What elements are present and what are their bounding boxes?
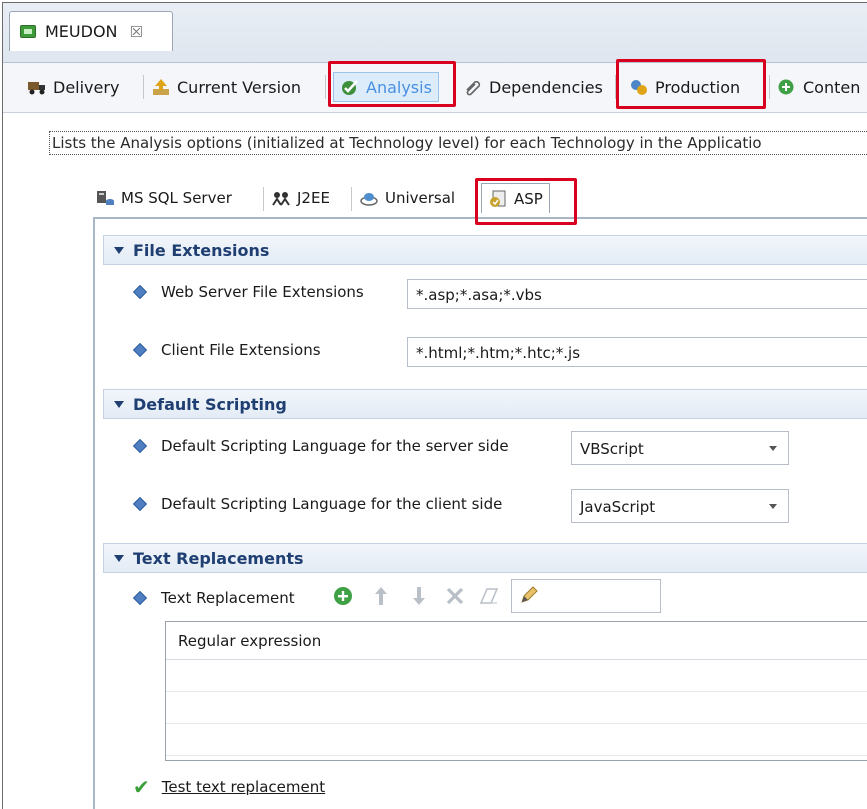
editor-tab-meudon[interactable]: MEUDON ☒ [9,11,173,51]
separator [769,75,770,99]
highlight-asp [475,178,577,225]
tab-label: Conten [803,77,861,97]
section-file-extensions[interactable]: File Extensions [103,235,867,265]
selected-value: JavaScript [580,498,656,516]
section-title: File Extensions [133,240,270,260]
diamond-bullet-icon [132,438,148,454]
collapse-arrow-icon[interactable] [114,246,124,254]
replacement-search-input[interactable] [511,579,661,613]
server-scripting-row: Default Scripting Language for the serve… [132,437,509,455]
diamond-bullet-icon [132,590,148,606]
collapse-arrow-icon[interactable] [114,400,124,408]
column-header-regular-expression[interactable]: Regular expression [166,622,867,660]
text-replacement-label: Text Replacement [161,589,295,607]
universal-icon [359,189,379,207]
editor-tab-strip: MEUDON ☒ [3,3,867,63]
section-text-replacements[interactable]: Text Replacements [103,543,867,573]
tab-ms-sql-server[interactable]: MS SQL Server [95,185,232,211]
tab-current-version[interactable]: Current Version [151,72,301,102]
selected-value: VBScript [580,440,644,458]
table-row[interactable] [166,692,867,724]
server-scripting-label: Default Scripting Language for the serve… [161,437,509,455]
collapse-arrow-icon[interactable] [114,554,124,562]
client-extensions-input[interactable]: *.html;*.htm;*.htc;*.js [407,337,867,367]
clear-eraser-icon[interactable] [478,585,500,607]
move-down-icon[interactable] [408,585,430,607]
paperclip-icon [463,78,483,96]
server-scripting-select[interactable]: VBScript [571,431,789,465]
close-icon[interactable]: ☒ [130,23,143,41]
dropdown-arrow-icon[interactable] [758,490,788,522]
tab-label: Dependencies [489,77,603,97]
diamond-bullet-icon [132,342,148,358]
add-green-icon [777,78,797,96]
truck-icon [27,78,47,96]
diamond-bullet-icon [132,284,148,300]
client-extensions-row: Client File Extensions [132,341,321,359]
tab-label: Universal [385,189,456,207]
test-text-replacement-link[interactable]: ✔ Test text replacement [133,775,325,799]
editor-frame: MEUDON ☒ Delivery Current Version Analys… [2,2,867,809]
tab-label: Delivery [53,77,120,97]
highlight-analysis [328,61,456,107]
dropdown-arrow-icon[interactable] [758,432,788,464]
tab-universal[interactable]: Universal [359,185,455,211]
client-scripting-row: Default Scripting Language for the clien… [132,495,503,513]
regex-table[interactable]: Regular expression [165,621,867,761]
highlight-production [616,59,766,109]
link-label: Test text replacement [161,778,326,796]
section-title: Default Scripting [133,394,287,414]
database-server-icon [95,189,115,207]
analysis-description: Lists the Analysis options (initialized … [49,131,867,155]
separator [351,187,352,211]
client-extensions-label: Client File Extensions [161,341,321,359]
add-icon[interactable] [332,585,354,607]
tab-label: Current Version [177,77,302,97]
pencil-edit-icon [518,586,540,610]
table-row[interactable] [166,724,867,756]
section-default-scripting[interactable]: Default Scripting [103,389,867,419]
text-replacement-row: Text Replacement [132,589,295,607]
tab-delivery[interactable]: Delivery [27,72,119,102]
upload-arrow-icon [151,78,171,96]
client-scripting-select[interactable]: JavaScript [571,489,789,523]
tab-j2ee[interactable]: J2EE [271,185,330,211]
tab-label: MS SQL Server [121,189,232,207]
separator [263,187,264,211]
application-icon [20,25,36,38]
delete-icon[interactable] [444,585,466,607]
checkmark-icon: ✔ [133,775,150,799]
web-extensions-input[interactable]: *.asp;*.asa;*.vbs [407,279,867,309]
j2ee-icon [271,189,291,207]
web-extensions-row: Web Server File Extensions [132,283,364,301]
move-up-icon[interactable] [370,585,392,607]
section-title: Text Replacements [133,548,304,568]
diamond-bullet-icon [132,496,148,512]
tab-content[interactable]: Conten [777,72,860,102]
separator [325,75,326,99]
separator [143,75,144,99]
client-scripting-label: Default Scripting Language for the clien… [161,495,503,513]
tab-dependencies[interactable]: Dependencies [463,72,603,102]
editor-tab-title: MEUDON [45,22,118,41]
table-row[interactable] [166,660,867,692]
web-extensions-label: Web Server File Extensions [161,283,364,301]
tab-label: J2EE [297,189,330,207]
